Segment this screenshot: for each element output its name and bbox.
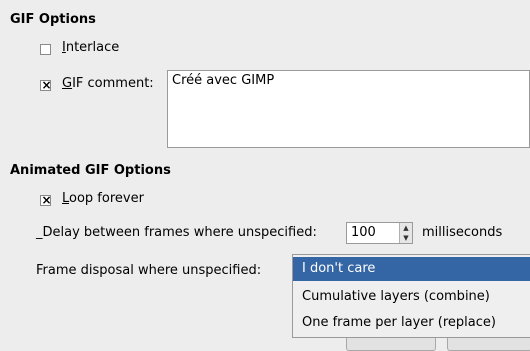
gif-comment-textarea[interactable]: Créé avec GIMP xyxy=(167,70,530,148)
gif-comment-label-rest: IF comment: xyxy=(72,76,154,91)
delay-spinbutton[interactable]: 100 ▲ ▼ xyxy=(346,222,413,244)
hidden-dialog-button xyxy=(447,338,530,351)
interlace-label[interactable]: Interlace xyxy=(62,40,119,55)
hidden-dialog-button xyxy=(346,338,436,351)
gif-comment-check-mark: × xyxy=(41,78,52,92)
loop-label-rest: oop forever xyxy=(69,191,144,206)
animated-gif-options-heading: Animated GIF Options xyxy=(10,163,171,178)
frame-disposal-dropdown-list[interactable]: I don't care Cumulative layers (combine)… xyxy=(292,254,530,338)
dropdown-option-dont-care[interactable]: I don't care xyxy=(293,257,530,281)
gif-comment-text: Créé avec GIMP xyxy=(172,73,275,88)
loop-mnemonic: L xyxy=(62,191,70,206)
delay-unit-label: milliseconds xyxy=(422,225,503,240)
delay-label: _Delay between frames where unspecified: xyxy=(36,225,317,240)
gif-comment-label[interactable]: GIF comment: xyxy=(62,76,154,91)
gif-options-heading: GIF Options xyxy=(10,12,96,27)
spin-down-icon[interactable]: ▼ xyxy=(400,233,412,243)
delay-spin-buttons: ▲ ▼ xyxy=(399,223,412,243)
delay-value: 100 xyxy=(351,225,376,240)
loop-forever-checkbox[interactable]: × xyxy=(40,193,52,207)
dropdown-option-cumulative[interactable]: Cumulative layers (combine) xyxy=(293,285,530,309)
dropdown-option-one-frame[interactable]: One frame per layer (replace) xyxy=(293,311,530,335)
gif-comment-mnemonic: G xyxy=(62,76,73,91)
loop-forever-check-mark: × xyxy=(41,193,52,207)
loop-forever-label[interactable]: Loop forever xyxy=(62,191,144,206)
gif-comment-checkbox[interactable]: × xyxy=(40,78,52,92)
interlace-label-rest: nterlace xyxy=(65,40,120,55)
frame-disposal-label: Frame disposal where unspecified: xyxy=(36,263,262,278)
spin-up-icon[interactable]: ▲ xyxy=(400,223,412,233)
interlace-checkbox[interactable] xyxy=(40,44,51,55)
